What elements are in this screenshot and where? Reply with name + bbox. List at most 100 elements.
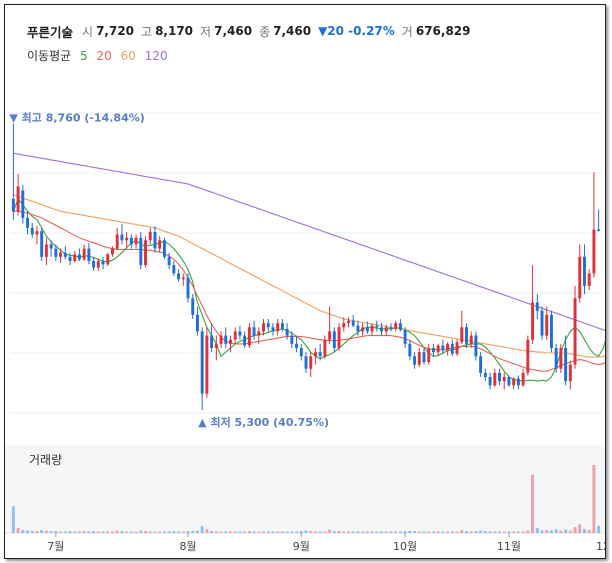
candle-body bbox=[262, 323, 265, 332]
volume-bar bbox=[545, 530, 549, 533]
candle bbox=[40, 227, 44, 261]
x-axis-label: 11월 bbox=[497, 540, 521, 553]
candle-body bbox=[106, 254, 110, 265]
candle-body bbox=[87, 248, 91, 261]
high-annotation: ▼ 최고 8,760 (-14.84%) bbox=[9, 110, 144, 124]
volume-bar bbox=[526, 530, 530, 533]
candle-body bbox=[158, 240, 162, 249]
volume-bar bbox=[493, 531, 497, 533]
volume-bar bbox=[285, 531, 289, 533]
candle-body bbox=[498, 372, 501, 382]
volume-bar bbox=[205, 529, 209, 533]
candle-body bbox=[531, 302, 535, 340]
candle-body bbox=[257, 331, 261, 336]
volume-bar bbox=[271, 531, 275, 533]
candlestick-chart[interactable]: ▼ 최고 8,760 (-14.84%) ▲ 최저 5,300 (40.75%) 7… bbox=[5, 5, 605, 558]
candle-body bbox=[44, 244, 48, 257]
volume-bar bbox=[139, 530, 143, 533]
candle-body bbox=[323, 339, 327, 357]
volume-bar bbox=[347, 531, 350, 533]
candle-body bbox=[191, 298, 195, 315]
candle-body bbox=[186, 277, 190, 299]
volume-bar bbox=[573, 527, 577, 533]
volume-bar bbox=[365, 531, 369, 533]
candle-body bbox=[356, 325, 360, 332]
candle-body bbox=[507, 377, 511, 386]
volume-bar bbox=[403, 531, 407, 533]
candle bbox=[205, 327, 209, 398]
candle-body bbox=[68, 256, 72, 261]
candle-body bbox=[21, 190, 25, 218]
candle-body bbox=[280, 323, 284, 329]
volume-bar bbox=[158, 531, 162, 533]
volume-bar bbox=[512, 531, 516, 533]
candle-body bbox=[540, 310, 544, 336]
volume-bar bbox=[398, 531, 402, 533]
volume-bar bbox=[82, 531, 86, 533]
volume-bar bbox=[243, 531, 247, 533]
volume-bar bbox=[101, 531, 105, 533]
candle-body bbox=[59, 252, 63, 257]
candle-body bbox=[49, 244, 53, 249]
candle-body bbox=[299, 348, 303, 357]
volume-bar bbox=[129, 531, 133, 533]
volume-bar bbox=[40, 530, 44, 533]
volume-bar bbox=[191, 531, 195, 533]
candle-body bbox=[587, 273, 591, 286]
candle-body bbox=[139, 237, 143, 266]
volume-bar bbox=[549, 530, 553, 533]
volume-bar bbox=[318, 531, 322, 533]
volume-bar bbox=[559, 530, 563, 533]
volume-bar bbox=[44, 530, 48, 533]
volume-bar bbox=[592, 465, 596, 533]
volume-bar bbox=[26, 530, 29, 533]
candle-body bbox=[30, 227, 34, 235]
candle-body bbox=[276, 323, 280, 332]
volume-bar bbox=[474, 531, 478, 533]
volume-bar bbox=[257, 531, 261, 533]
candle-body bbox=[389, 327, 393, 329]
candle-body bbox=[134, 237, 138, 245]
volume-bar bbox=[417, 531, 421, 533]
candle-body bbox=[177, 273, 181, 280]
candle-body bbox=[210, 335, 214, 348]
candle-body bbox=[578, 256, 582, 299]
candle-body bbox=[181, 277, 185, 280]
volume-bar bbox=[200, 526, 204, 533]
volume-bar bbox=[290, 531, 294, 533]
candle-body bbox=[224, 335, 228, 344]
volume-bar bbox=[394, 531, 398, 533]
candle-body bbox=[205, 335, 209, 394]
volume-bar bbox=[54, 531, 58, 533]
volume-bar bbox=[59, 531, 63, 533]
volume-bar bbox=[21, 530, 25, 533]
candle-body bbox=[583, 256, 586, 286]
volume-bar bbox=[450, 531, 454, 533]
candle bbox=[162, 237, 166, 260]
x-axis-label: 12월 bbox=[596, 540, 605, 553]
volume-bar bbox=[535, 528, 539, 533]
volume-bar bbox=[229, 531, 232, 533]
volume-bar bbox=[375, 531, 379, 533]
candle-body bbox=[483, 372, 487, 377]
volume-bar bbox=[328, 529, 332, 533]
volume-bar bbox=[96, 531, 100, 533]
candle-body bbox=[597, 229, 601, 232]
volume-bar bbox=[332, 531, 336, 533]
candle-body bbox=[347, 320, 350, 324]
candle-body bbox=[285, 328, 289, 336]
candle-body bbox=[35, 231, 39, 235]
volume-bar bbox=[597, 525, 601, 533]
volume-bar bbox=[521, 531, 525, 533]
volume-bar bbox=[252, 531, 256, 533]
volume-bar bbox=[167, 531, 171, 533]
candle-body bbox=[295, 343, 299, 348]
candle-body bbox=[125, 237, 129, 241]
candle-body bbox=[526, 339, 530, 373]
candle-body bbox=[328, 331, 332, 340]
volume-bar bbox=[120, 531, 124, 533]
low-annotation: ▲ 최저 5,300 (40.75%) bbox=[198, 415, 329, 429]
volume-bar bbox=[460, 530, 464, 533]
candle-body bbox=[479, 356, 483, 373]
candle bbox=[549, 310, 553, 353]
